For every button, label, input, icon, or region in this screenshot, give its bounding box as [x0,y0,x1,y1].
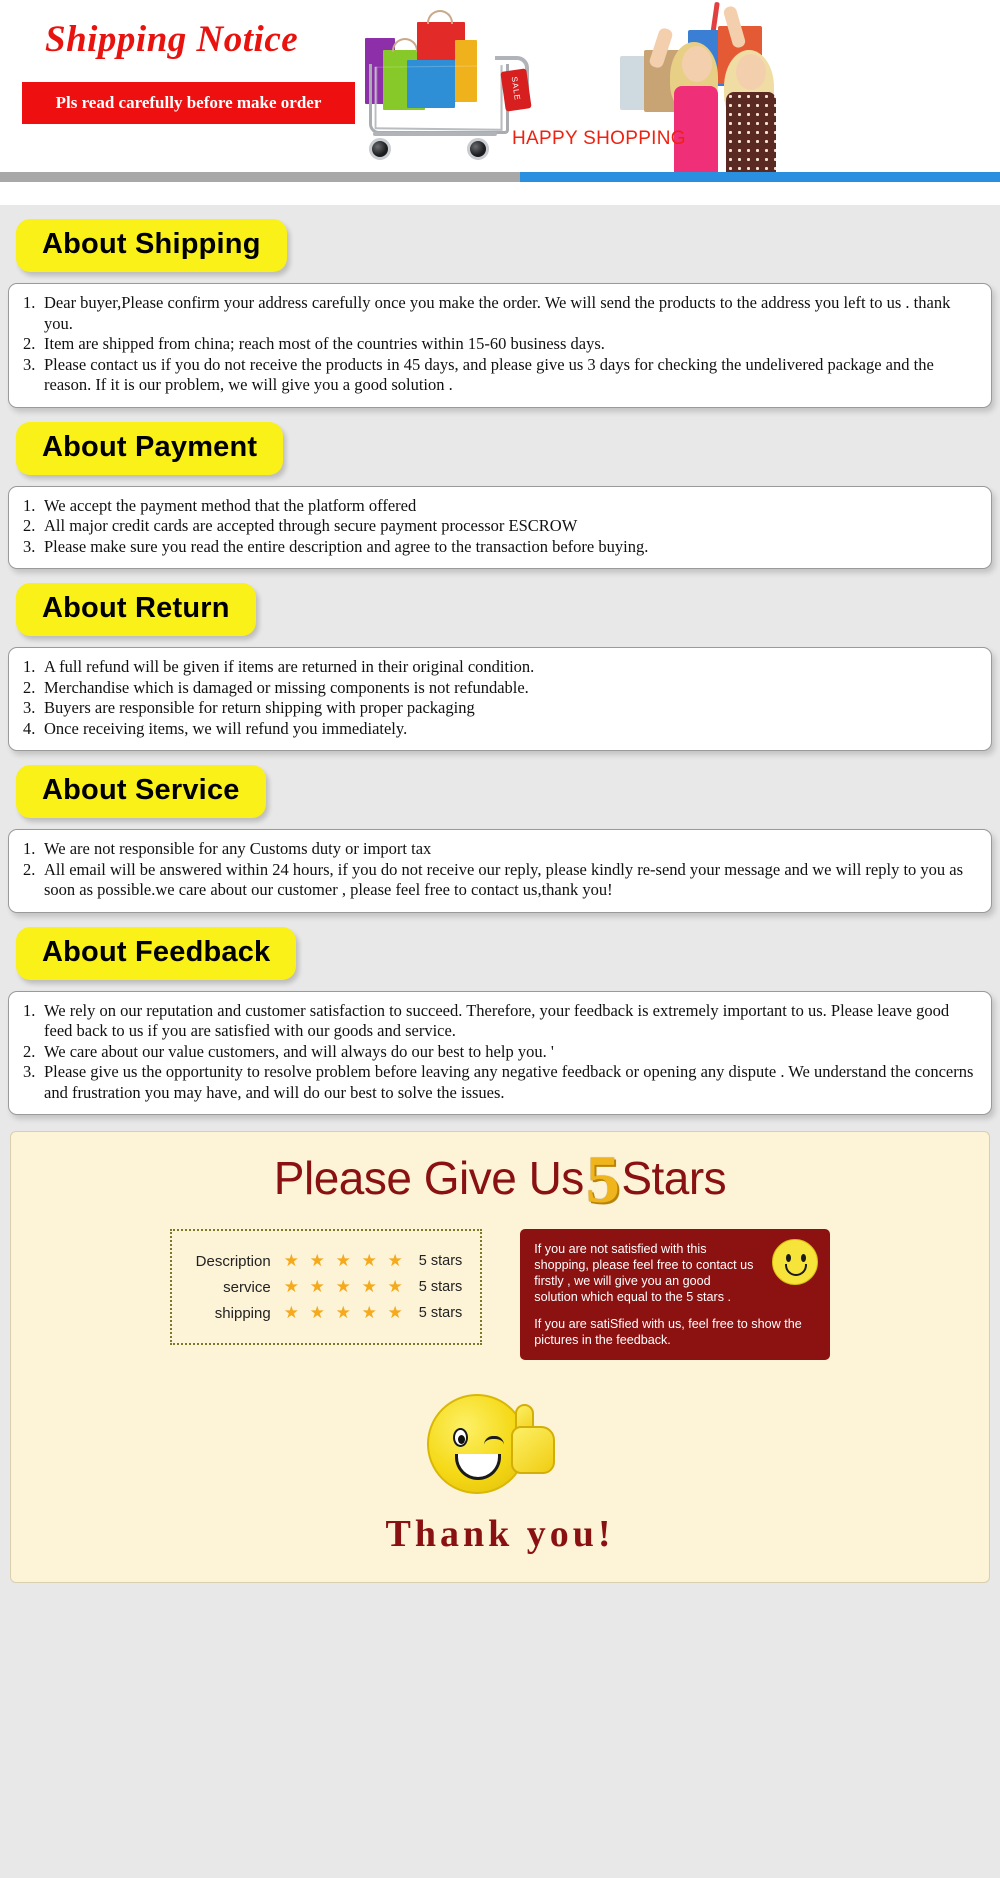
list-item: 2. Merchandise which is damaged or missin… [23,677,529,697]
headline-number-5: 5 [585,1141,620,1217]
heading-about-feedback: About Feedback [16,926,297,980]
satisfaction-notice-box: If you are not satisfied with this shopp… [520,1229,831,1360]
sale-tag-label: SALE [509,76,522,102]
content-about-shipping: 1. Dear buyer,Please confirm your address… [8,283,992,408]
content-about-service: 1. We are not responsible for any Customs… [8,829,992,913]
heading-label: About Payment [42,430,258,463]
section-about-feedback: About Feedback 1. We rely on our reputati… [8,926,992,1115]
winking-thumbs-up-emoji [415,1386,585,1506]
headline-after: Stars [621,1152,727,1204]
shoppers-illustration [600,1,835,178]
heading-label: About Return [42,592,230,624]
five-stars-panel: Please Give Us5Stars Description ★ ★ ★ ★… [10,1131,990,1583]
page-title: Shipping Notice [45,19,299,60]
cart-frame [369,64,509,134]
rating-row-service: service ★ ★ ★ ★ ★ 5 stars [186,1277,463,1297]
thank-you-text: Thank you! [385,1513,615,1555]
rating-label: service [223,1278,271,1296]
smiley-mouth [785,1264,808,1276]
section-about-shipping: About Shipping 1. Dear buyer,Please confi… [8,219,992,408]
headline-before: Please Give Us [273,1152,585,1204]
list-item: 2. All major credit cards are accepted th… [23,516,578,535]
rating-label: shipping [214,1304,271,1322]
emoji-eye-open [453,1428,468,1447]
section-about-payment: About Payment 1. We accept the payment me… [8,421,992,569]
rating-value: 5 stars [418,1279,463,1295]
smiley-face-icon [772,1239,819,1285]
bag-handle-red [427,10,453,24]
read-carefully-text: Pls read carefully before make order [55,93,322,112]
list-item: 1. A full refund will be given if items a… [23,657,535,676]
smiley-eye-left [786,1254,792,1262]
content-about-return: 1. A full refund will be given if items a… [8,647,992,751]
heading-about-shipping: About Shipping [16,219,287,272]
section-about-service: About Service 1. We are not responsible f… [8,765,992,913]
content-about-feedback: 1. We rely on our reputation and customer… [8,990,992,1115]
cart-wheel-left [369,138,391,160]
sections-container: About Shipping 1. Dear buyer,Please confi… [0,219,1000,1115]
emoji-mouth [455,1454,501,1480]
smiley-eye-right [801,1254,807,1262]
list-item: 1. We accept the payment method that the … [23,495,417,515]
blue-divider [520,172,1000,182]
heading-label: About Shipping [42,228,261,260]
emoji-eye-winking [484,1436,504,1445]
list-item: 3. Buyers are responsible for return ship… [23,698,475,717]
heading-about-return: About Return [16,583,256,636]
heading-about-service: About Service [16,765,266,818]
rating-value: 5 stars [418,1253,463,1269]
thumb-fist [511,1426,555,1474]
star-icons: ★ ★ ★ ★ ★ [283,1277,406,1296]
cart-wheel-right [467,138,489,160]
list-item: 1. We rely on our reputation and customer… [23,1000,950,1041]
thumbs-up-icon [507,1404,565,1478]
list-item: 2. Item are shipped from china; reach mos… [23,334,605,353]
rating-row-shipping: shipping ★ ★ ★ ★ ★ 5 stars [186,1303,463,1323]
heading-label: About Service [42,774,240,806]
grey-divider [0,172,520,182]
section-about-return: About Return 1. A full refund will be giv… [8,583,992,751]
ratings-box: Description ★ ★ ★ ★ ★ 5 stars service ★ … [169,1229,483,1345]
happy-shopping-text: HAPPY SHOPPING [512,128,686,149]
bag-handle-green [392,38,418,52]
notice-line-2: If you are satiSfied with us, feel free … [534,1317,802,1347]
cart-leg-lower [373,132,497,136]
rating-row-description: Description ★ ★ ★ ★ ★ 5 stars [186,1251,463,1271]
heading-about-payment: About Payment [16,421,284,475]
list-item: 2. All email will be answered within 24 h… [23,859,964,900]
list-item: 1. We are not responsible for any Customs… [23,839,432,858]
list-item: 3. Please contact us if you do not receiv… [23,354,934,395]
list-item: 1. Dear buyer,Please confirm your address… [23,293,951,333]
list-item: 3. Please make sure you read the entire d… [23,536,649,556]
shopper-head-left [682,46,712,82]
list-item: 4. Once receiving items, we will refund y… [23,718,408,738]
star-icons: ★ ★ ★ ★ ★ [283,1303,406,1322]
list-item: 3. Please give us the opportunity to reso… [23,1062,974,1102]
list-item: 2. We care about our value customers, and… [23,1041,554,1061]
heading-label: About Feedback [42,935,271,968]
content-about-payment: 1. We accept the payment method that the … [8,485,992,569]
give-us-5-stars-headline: Please Give Us5Stars [11,1145,989,1213]
star-icons: ★ ★ ★ ★ ★ [283,1251,406,1270]
shopper-head-right [736,54,766,90]
rating-label: Description [195,1252,271,1270]
rating-value: 5 stars [418,1305,463,1321]
shopper-top-polka [726,92,776,178]
header-banner: Shipping Notice Pls read carefully befor… [0,0,1000,205]
sale-tag: SALE [500,68,532,112]
read-carefully-bar: Pls read carefully before make order [22,82,355,124]
ratings-and-notice-row: Description ★ ★ ★ ★ ★ 5 stars service ★ … [11,1229,989,1360]
